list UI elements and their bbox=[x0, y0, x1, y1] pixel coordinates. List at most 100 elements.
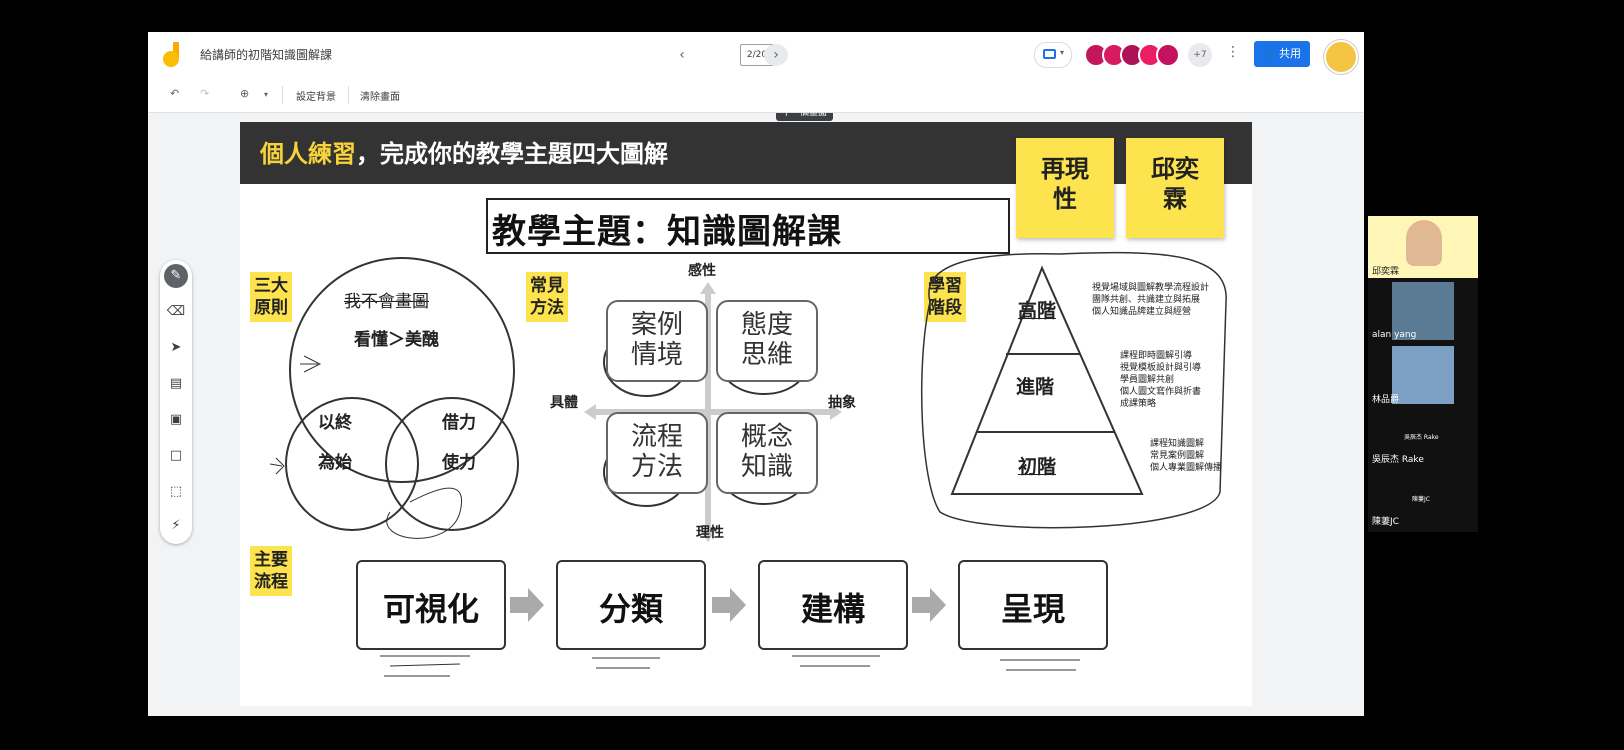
note-line: 視覺場域與圖解教學流程設計 bbox=[1092, 283, 1210, 293]
flow-arrow-icon bbox=[510, 588, 544, 622]
flow-step: 分類 bbox=[556, 560, 706, 650]
share-label: 共用 bbox=[1278, 47, 1301, 60]
chevron-down-icon: ▾ bbox=[1060, 48, 1065, 57]
principle-understand: 看懂＞美醜 bbox=[354, 330, 439, 350]
flow-step-label: 呈現 bbox=[1000, 590, 1065, 628]
participant-video bbox=[1406, 220, 1442, 266]
note-line: 課程即時圖解引導 bbox=[1120, 351, 1193, 361]
participant-name: alan yang bbox=[1372, 330, 1417, 340]
sticky-note[interactable]: 邱奕 霖 bbox=[1126, 138, 1224, 238]
quadrant-box: 態度 思維 bbox=[716, 300, 818, 382]
shape-icon[interactable]: □ bbox=[164, 444, 188, 468]
participant-small-name: 陳萋JC bbox=[1412, 496, 1430, 503]
top-bar: 給講師的初階知識圖解課 ‹ 2/20 › 下一個畫面 ▾ +7 ⋮ 👤 共用 bbox=[148, 32, 1364, 121]
collaborator-avatar[interactable] bbox=[1156, 43, 1180, 67]
note-line: 學員圖解共創 bbox=[1120, 375, 1175, 385]
note-line: 團隊共創、共識建立與拓展 bbox=[1092, 295, 1201, 305]
quadrant-box: 案例 情境 bbox=[606, 300, 708, 382]
note-line: 個人知識品牌建立與經營 bbox=[1092, 307, 1192, 317]
toolbar-divider bbox=[348, 86, 349, 104]
flow-step-label: 建構 bbox=[800, 590, 865, 628]
note-line: 課程知識圖解 bbox=[1150, 439, 1205, 449]
note-line: 成課策略 bbox=[1120, 399, 1157, 409]
more-collaborators-badge[interactable]: +7 bbox=[1188, 43, 1212, 67]
person-icon: 👤 bbox=[1263, 49, 1276, 60]
participant-name: 吳辰杰 Rake bbox=[1372, 455, 1424, 465]
zoom-chevron-icon[interactable]: ▾ bbox=[264, 90, 268, 99]
heading-highlight: 個人練習 bbox=[260, 140, 356, 168]
more-options-icon[interactable]: ⋮ bbox=[1226, 44, 1240, 60]
text-box-icon[interactable]: ⬚ bbox=[164, 480, 188, 504]
stage-low: 初階 bbox=[1018, 456, 1057, 478]
flow-arrow-icon bbox=[912, 588, 946, 622]
flow-step: 呈現 bbox=[958, 560, 1108, 650]
note-line: 常見案例圖解 bbox=[1150, 451, 1205, 461]
account-avatar[interactable] bbox=[1324, 40, 1358, 74]
next-frame-button[interactable]: › bbox=[764, 44, 788, 66]
flow-step-label: 分類 bbox=[598, 590, 663, 628]
participant-name: 邱奕霖 bbox=[1372, 267, 1400, 277]
sticky-note-icon[interactable]: ▤ bbox=[164, 372, 188, 396]
select-icon[interactable]: ➤ bbox=[164, 336, 188, 360]
crossed-out-text: 我不會畫圖 bbox=[344, 292, 429, 312]
quadrant-text: 概念 知識 bbox=[740, 422, 793, 482]
flow-tag: 主要 流程 bbox=[250, 546, 292, 596]
tool-palette: ✎ ⌫ ➤ ▤ ▣ □ ⬚ ⚡ bbox=[160, 260, 192, 544]
methods-tag: 常見 方法 bbox=[526, 272, 568, 322]
axis-bottom-label: 理性 bbox=[696, 525, 724, 541]
venn-diagram bbox=[269, 257, 519, 539]
pen-icon[interactable]: ✎ bbox=[164, 264, 188, 288]
participant-tile[interactable]: 邱奕霖 bbox=[1368, 216, 1478, 278]
axis-left-label: 具體 bbox=[550, 395, 578, 411]
quadrant-box: 流程 方法 bbox=[606, 412, 708, 494]
participant-name: 林品爵 bbox=[1372, 395, 1400, 405]
laser-icon[interactable]: ⚡ bbox=[164, 514, 188, 538]
frame-toolbar: ↶ ↷ ⊕ ▾ 設定背景 清除畫面 bbox=[148, 78, 1364, 113]
stage-low-notes: 課程知識圖解 常見案例圖解 個人專業圖解傳播 bbox=[1150, 438, 1222, 474]
note-line: 視覺模板設計與引導 bbox=[1120, 363, 1202, 373]
flow-step-label: 可視化 bbox=[382, 590, 479, 628]
principle-end-a: 以終 bbox=[318, 413, 352, 433]
redo-icon[interactable]: ↷ bbox=[200, 87, 209, 100]
jamboard-window: 給講師的初階知識圖解課 ‹ 2/20 › 下一個畫面 ▾ +7 ⋮ 👤 共用 ↶… bbox=[148, 32, 1364, 716]
image-icon[interactable]: ▣ bbox=[164, 408, 188, 432]
principle-end-b: 為始 bbox=[318, 453, 352, 473]
participant-video bbox=[1392, 346, 1454, 404]
quadrant-text: 態度 思維 bbox=[740, 310, 793, 370]
quadrant-box: 概念 知識 bbox=[716, 412, 818, 494]
present-icon bbox=[1043, 49, 1056, 59]
flow-arrow-icon bbox=[712, 588, 746, 622]
stage-mid: 進階 bbox=[1016, 376, 1055, 398]
jamboard-logo bbox=[163, 42, 179, 67]
participant-name: 陳萋JC bbox=[1372, 517, 1399, 527]
prev-frame-button[interactable]: ‹ bbox=[670, 44, 694, 66]
undo-icon[interactable]: ↶ bbox=[170, 87, 179, 100]
stage-mid-notes: 課程即時圖解引導 視覺模板設計與引導 學員圖解共創 個人圖文寫作與折書 成課策略 bbox=[1120, 350, 1201, 410]
stage-high: 高階 bbox=[1018, 300, 1057, 322]
document-title[interactable]: 給講師的初階知識圖解課 bbox=[200, 46, 332, 63]
zoom-icon[interactable]: ⊕ bbox=[240, 87, 249, 100]
set-background-button[interactable]: 設定背景 bbox=[296, 88, 336, 103]
handwritten-underlines bbox=[380, 655, 1080, 677]
participants-panel: 邱奕霖 alan yang 林品爵 吳辰杰 Rake 吳辰杰 Rake 陳萋JC… bbox=[1368, 216, 1478, 532]
clear-frame-button[interactable]: 清除畫面 bbox=[360, 88, 400, 103]
principle-leverage-b: 使力 bbox=[442, 453, 476, 473]
participant-small-name: 吳辰杰 Rake bbox=[1404, 434, 1439, 441]
stage-high-notes: 視覺場域與圖解教學流程設計 團隊共創、共識建立與拓展 個人知識品牌建立與經營 bbox=[1092, 282, 1209, 318]
axis-top-label: 感性 bbox=[688, 263, 716, 279]
frame-canvas[interactable]: 個人練習，完成你的教學主題四大圖解 再現 性 邱奕 霖 教學主題：知識圖解課 三… bbox=[240, 122, 1252, 706]
topic-title: 教學主題：知識圖解課 bbox=[492, 212, 842, 252]
sticky-note[interactable]: 再現 性 bbox=[1016, 138, 1114, 238]
eraser-icon[interactable]: ⌫ bbox=[164, 300, 188, 324]
slide-heading: 個人練習，完成你的教學主題四大圖解 bbox=[260, 134, 668, 169]
note-line: 個人專業圖解傳播 bbox=[1150, 463, 1223, 473]
heading-rest: ，完成你的教學主題四大圖解 bbox=[356, 140, 668, 168]
principle-leverage-a: 借力 bbox=[442, 413, 476, 433]
note-line: 個人圖文寫作與折書 bbox=[1120, 387, 1202, 397]
present-button[interactable]: ▾ bbox=[1034, 42, 1072, 68]
flow-step: 建構 bbox=[758, 560, 908, 650]
quadrant-text: 案例 情境 bbox=[630, 310, 683, 370]
axis-right-label: 抽象 bbox=[828, 395, 856, 411]
quadrant-text: 流程 方法 bbox=[630, 422, 683, 482]
share-button[interactable]: 👤 共用 bbox=[1254, 41, 1310, 67]
